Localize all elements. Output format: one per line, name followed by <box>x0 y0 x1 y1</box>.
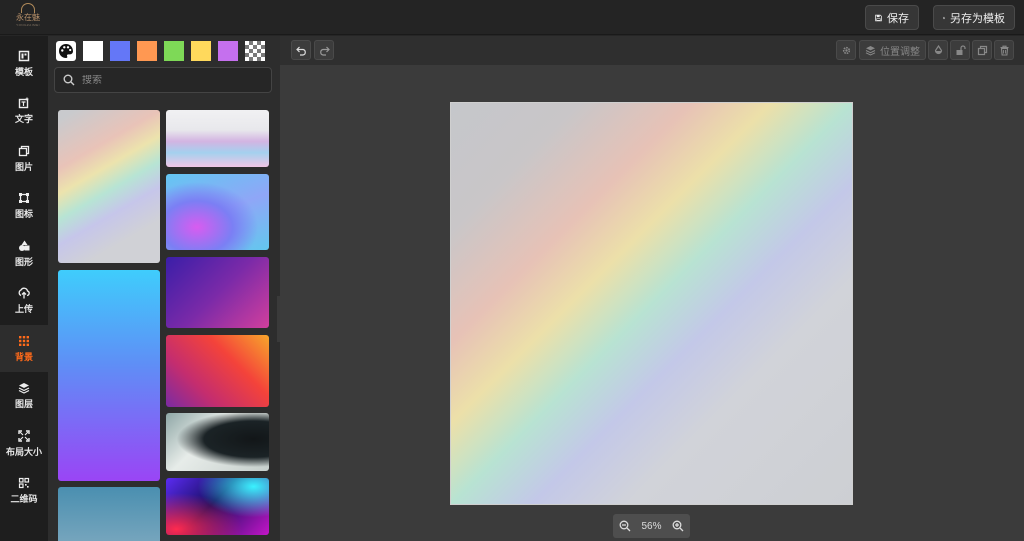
water-drop-icon <box>934 44 942 54</box>
nav-label: 图形 <box>14 256 33 267</box>
save-as-template-button[interactable]: 另存为模板 <box>933 5 1015 30</box>
swatch-blue[interactable] <box>110 41 130 61</box>
zoom-in-button[interactable] <box>672 520 684 532</box>
swatch-white[interactable] <box>83 41 103 61</box>
background-icon <box>19 335 29 346</box>
color-swatch-row <box>56 41 276 61</box>
delete-button[interactable] <box>994 40 1014 60</box>
design-canvas[interactable] <box>450 102 853 505</box>
nav-item-upload[interactable]: 上传 <box>0 277 48 324</box>
background-panel <box>48 36 280 541</box>
logo-emblem-icon <box>21 3 35 13</box>
nav-label: 上传 <box>14 303 33 314</box>
nav-label: 二维码 <box>10 493 38 504</box>
search-input[interactable] <box>82 74 262 86</box>
save-button-label: 保存 <box>887 12 909 25</box>
nav-item-resize[interactable]: 布局大小 <box>0 420 48 467</box>
swatch-green[interactable] <box>164 41 184 61</box>
background-thumbnail-indigo-magenta[interactable] <box>166 257 269 328</box>
background-thumbnail-blue-purple[interactable] <box>58 270 160 481</box>
nav-item-image[interactable]: 图片 <box>0 135 48 182</box>
nav-label: 文字 <box>14 113 33 124</box>
zoom-out-icon <box>619 520 631 532</box>
search-box <box>54 67 272 93</box>
top-bar: 永在魅 YONGZAIMEI 保存 另存为模板 <box>0 0 1024 35</box>
background-thumbnail-dark-curve[interactable] <box>166 413 269 471</box>
position-adjust-button[interactable]: 位置调整 <box>859 40 926 60</box>
icon-icon <box>19 192 29 203</box>
save-as-template-label: 另存为模板 <box>950 12 1005 25</box>
nav-label: 背景 <box>14 351 33 362</box>
undo-button[interactable] <box>291 40 311 60</box>
swatch-purple[interactable] <box>218 41 238 61</box>
upload-icon <box>18 287 30 298</box>
undo-icon <box>295 46 306 56</box>
nav-item-background[interactable]: 背景 <box>0 325 48 372</box>
zoom-out-button[interactable] <box>619 520 631 532</box>
nav-label: 图标 <box>14 208 33 219</box>
opacity-button[interactable] <box>928 40 948 60</box>
text-icon <box>18 97 29 108</box>
resize-icon <box>18 429 30 442</box>
nav-label: 模板 <box>14 66 33 77</box>
swatch-orange[interactable] <box>137 41 157 61</box>
settings-button[interactable] <box>836 40 856 60</box>
duplicate-button[interactable] <box>972 40 992 60</box>
copy-icon <box>977 45 987 55</box>
nav-item-shapes[interactable]: 图形 <box>0 230 48 277</box>
template-icon <box>18 50 30 61</box>
image-icon <box>18 145 30 156</box>
nav-label: 布局大小 <box>5 446 42 457</box>
app-logo[interactable]: 永在魅 YONGZAIMEI <box>12 3 44 31</box>
swatch-transparent[interactable] <box>245 41 265 61</box>
layers-icon <box>865 45 876 56</box>
swatch-yellow[interactable] <box>191 41 211 61</box>
layers-icon <box>18 382 30 394</box>
zoom-level: 56% <box>641 520 662 532</box>
qrcode-icon <box>18 477 30 488</box>
floppy-disk-icon <box>875 14 882 21</box>
lock-button[interactable] <box>950 40 970 60</box>
left-nav: 模板 文字 图片 图标 图形 上传 背景 图层 布局大小 二维码 <box>0 36 48 541</box>
background-thumbnail-teal[interactable] <box>58 487 160 541</box>
redo-button[interactable] <box>314 40 334 60</box>
nav-item-template[interactable]: 模板 <box>0 40 48 87</box>
logo-subtext: YONGZAIMEI <box>16 23 40 27</box>
floppy-disk-icon <box>943 16 945 19</box>
nav-item-qrcode[interactable]: 二维码 <box>0 467 48 514</box>
nav-item-layers[interactable]: 图层 <box>0 372 48 419</box>
unlock-icon <box>956 44 966 55</box>
shapes-icon <box>19 240 30 251</box>
workspace: 位置调整 56% <box>280 36 1024 541</box>
background-thumbnail-3d-waves[interactable] <box>166 110 269 167</box>
background-thumbnail-holographic[interactable] <box>58 110 160 263</box>
color-picker-button[interactable] <box>56 41 76 61</box>
position-adjust-label: 位置调整 <box>880 46 920 58</box>
editor-app: 永在魅 YONGZAIMEI 保存 另存为模板 模板 文字 图片 图标 图形 上… <box>0 0 1024 541</box>
background-thumbnail-sunset[interactable] <box>166 335 269 407</box>
background-thumbnail-neon[interactable] <box>166 478 269 535</box>
trash-icon <box>1000 45 1008 56</box>
canvas-toolbar: 位置调整 <box>280 36 1024 65</box>
nav-item-icon[interactable]: 图标 <box>0 182 48 229</box>
background-thumbnail-liquid[interactable] <box>166 174 269 250</box>
nav-label: 图片 <box>14 161 33 172</box>
gear-icon <box>842 46 850 54</box>
search-icon <box>63 74 75 86</box>
palette-icon <box>59 44 73 58</box>
zoom-in-icon <box>672 520 684 532</box>
nav-label: 图层 <box>14 398 33 409</box>
nav-item-text[interactable]: 文字 <box>0 87 48 134</box>
zoom-controls: 56% <box>613 514 690 538</box>
save-button[interactable]: 保存 <box>865 5 919 30</box>
redo-icon <box>319 46 330 56</box>
logo-text: 永在魅 <box>16 13 40 22</box>
